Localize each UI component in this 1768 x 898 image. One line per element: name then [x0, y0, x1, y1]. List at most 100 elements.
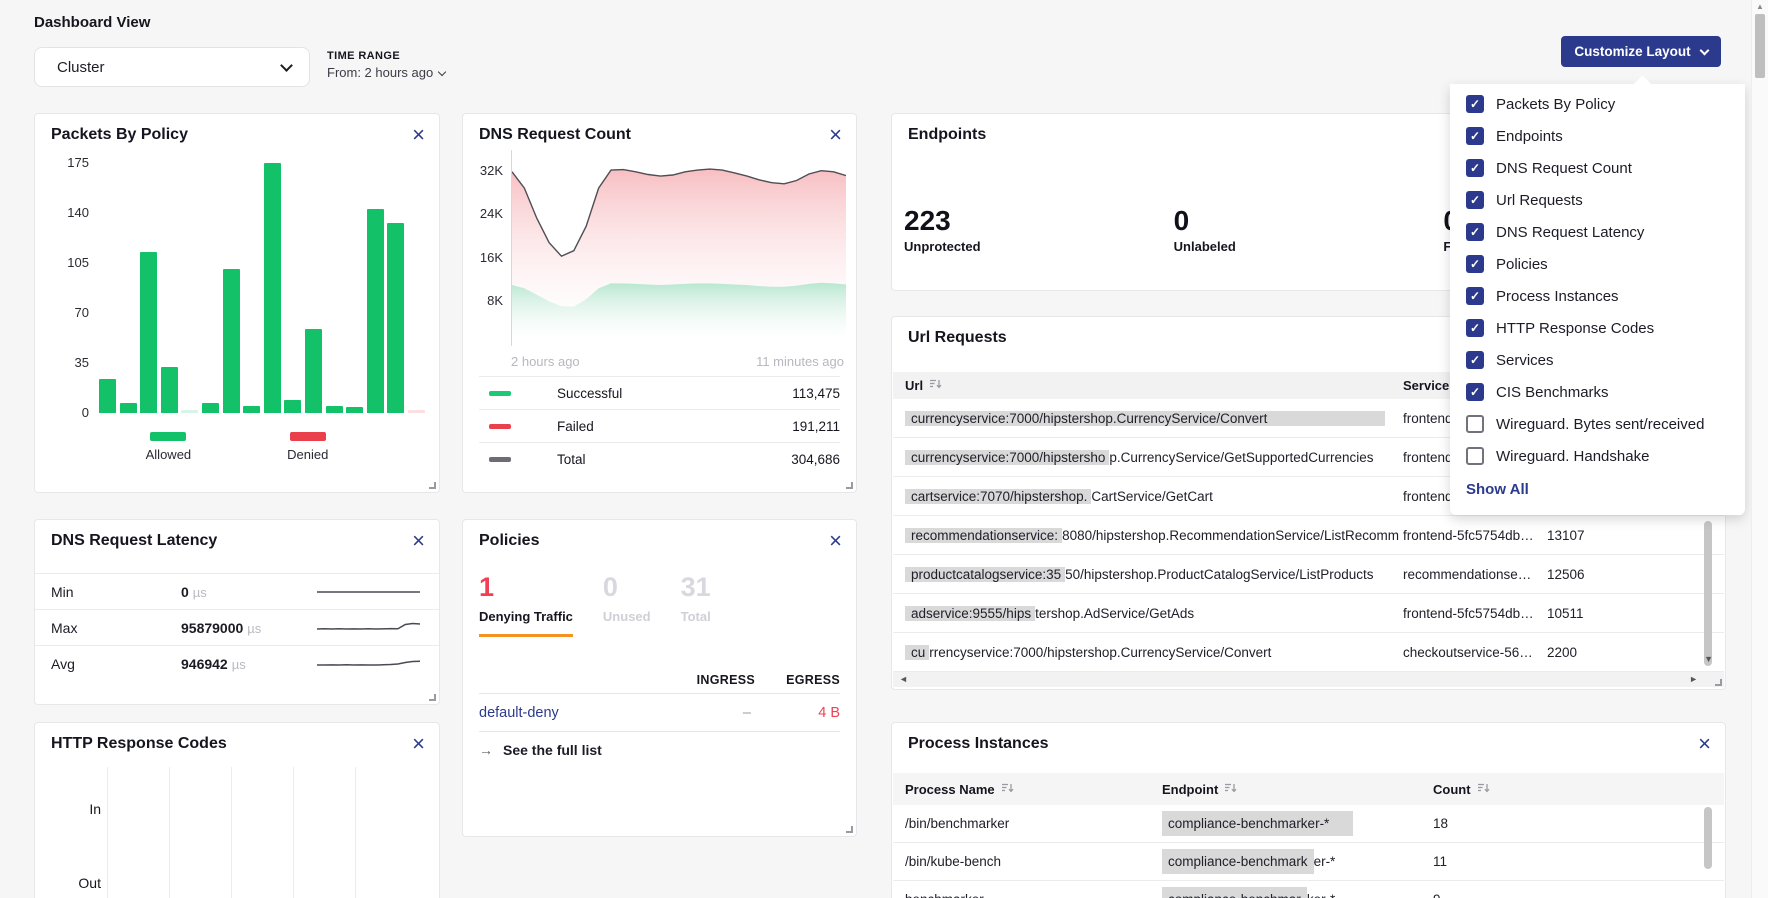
see-full-list-link[interactable]: → See the full list: [479, 742, 602, 758]
legend-value: 113,475: [792, 386, 840, 401]
sparkline: [316, 581, 421, 603]
sort-icon: [1001, 782, 1014, 794]
checkbox[interactable]: ✓: [1466, 159, 1484, 177]
scroll-arrow-up-icon[interactable]: ▲: [1756, 2, 1764, 11]
stat-value: 31: [681, 572, 711, 603]
resize-handle-icon[interactable]: [1715, 679, 1722, 686]
latency-unit: µs: [247, 621, 261, 636]
bar: [326, 406, 343, 413]
menu-item-label: Policies: [1496, 256, 1548, 273]
checkbox[interactable]: ✓: [1466, 191, 1484, 209]
column-header-endpoint[interactable]: Endpoint: [1162, 782, 1433, 797]
y-tick-label: 175: [53, 155, 89, 170]
endpoint-highlight: compliance-benchmarker-*: [1162, 811, 1353, 836]
resize-handle-icon[interactable]: [429, 482, 436, 489]
policies-table-header: INGRESS EGRESS: [479, 666, 840, 694]
close-icon[interactable]: ×: [412, 731, 425, 757]
card-title: HTTP Response Codes: [51, 735, 227, 753]
checkbox[interactable]: ✓: [1466, 351, 1484, 369]
close-icon[interactable]: ×: [412, 122, 425, 148]
scroll-arrow-left-icon[interactable]: ◄: [899, 675, 908, 684]
x-label-start: 2 hours ago: [511, 354, 580, 369]
checkbox[interactable]: ✓: [1466, 95, 1484, 113]
resize-handle-icon[interactable]: [846, 482, 853, 489]
policy-stat-denying-traffic[interactable]: 1Denying Traffic: [479, 572, 573, 637]
scroll-thumb[interactable]: [1704, 807, 1712, 869]
policy-stat-total[interactable]: 31Total: [681, 572, 711, 637]
latency-label: Max: [51, 620, 111, 636]
policy-name-link[interactable]: default-deny: [479, 705, 655, 721]
checkbox[interactable]: ✓: [1466, 255, 1484, 273]
column-header-url[interactable]: Url: [893, 378, 1403, 393]
legend-label: Allowed: [146, 447, 192, 462]
checkbox[interactable]: ✓: [1466, 127, 1484, 145]
close-icon[interactable]: ×: [412, 528, 425, 554]
menu-item-packets-by-policy[interactable]: ✓Packets By Policy: [1450, 88, 1745, 120]
y-tick-label: 32K: [463, 163, 503, 178]
endpoint-rest: ker-*: [1307, 892, 1336, 898]
bar-chart-legend: AllowedDenied: [35, 432, 439, 462]
scroll-thumb[interactable]: [1704, 521, 1712, 666]
menu-item-dns-request-latency[interactable]: ✓DNS Request Latency: [1450, 216, 1745, 248]
show-all-link[interactable]: Show All: [1466, 481, 1529, 498]
resize-handle-icon[interactable]: [846, 826, 853, 833]
area-chart: [511, 150, 846, 346]
card-title: Packets By Policy: [51, 126, 188, 144]
close-icon[interactable]: ×: [1698, 731, 1711, 757]
endpoint-cell: compliance-benchmarker-*: [1162, 816, 1433, 831]
dashboard-app: Dashboard View Cluster TIME RANGE From: …: [0, 0, 1768, 898]
menu-item-wireguard-bytes-sent-received[interactable]: Wireguard. Bytes sent/received: [1450, 408, 1745, 440]
menu-item-policies[interactable]: ✓ Policies: [1450, 248, 1745, 280]
process-table-rows: /bin/benchmarkercompliance-benchmarker-*…: [893, 805, 1724, 898]
latency-label: Min: [51, 584, 111, 600]
row-label-in: In: [73, 801, 101, 817]
scroll-arrow-right-icon[interactable]: ►: [1689, 675, 1698, 684]
card-process-instances: Process Instances × Process Name Endpoin…: [891, 722, 1726, 898]
view-select[interactable]: Cluster: [34, 47, 310, 87]
page-scrollbar[interactable]: ▲: [1751, 0, 1768, 898]
card-http-response-codes: HTTP Response Codes × In Out: [34, 722, 440, 898]
checkbox[interactable]: ✓: [1466, 287, 1484, 305]
sparkline: [316, 617, 421, 639]
area-chart-svg: [512, 150, 846, 346]
checkbox[interactable]: ✓: [1466, 383, 1484, 401]
column-header-process-name[interactable]: Process Name: [893, 782, 1162, 797]
menu-item-process-instances[interactable]: ✓Process Instances: [1450, 280, 1745, 312]
checkbox[interactable]: [1466, 447, 1484, 465]
policy-stat-unused[interactable]: 0Unused: [603, 572, 651, 637]
y-tick-label: 8K: [463, 293, 503, 308]
checkbox[interactable]: ✓: [1466, 319, 1484, 337]
close-icon[interactable]: ×: [829, 122, 842, 148]
h-scrollbar[interactable]: ◄ ►: [893, 672, 1724, 687]
card-title: Url Requests: [908, 329, 1007, 347]
menu-item-url-requests[interactable]: ✓Url Requests: [1450, 184, 1745, 216]
menu-item-wireguard-handshake[interactable]: Wireguard. Handshake: [1450, 440, 1745, 472]
bar: [161, 367, 178, 413]
process-table-header: Process Name Endpoint Count: [893, 773, 1724, 805]
count-cell: 18: [1433, 816, 1724, 831]
chevron-down-icon: [280, 59, 293, 72]
customize-layout-button[interactable]: Customize Layout: [1561, 36, 1721, 67]
checkbox[interactable]: ✓: [1466, 223, 1484, 241]
menu-item-dns-request-count[interactable]: ✓DNS Request Count: [1450, 152, 1745, 184]
time-range-value[interactable]: From: 2 hours ago: [327, 65, 445, 80]
y-tick-label: 105: [53, 255, 89, 270]
menu-item-endpoints[interactable]: ✓Endpoints: [1450, 120, 1745, 152]
v-scrollbar[interactable]: [1704, 807, 1712, 898]
column-header-count[interactable]: Count: [1433, 782, 1724, 797]
chevron-down-icon: [1699, 45, 1709, 55]
scroll-thumb[interactable]: [1755, 14, 1765, 78]
resize-handle-icon[interactable]: [429, 694, 436, 701]
menu-item-http-response-codes[interactable]: ✓HTTP Response Codes: [1450, 312, 1745, 344]
bar: [264, 163, 281, 413]
url-cell: currencyservice:7000/hipstershop.Currenc…: [893, 645, 1403, 660]
heatmap-grid: [107, 767, 417, 898]
table-row: recommendationservice:8080/hipstershop.R…: [893, 516, 1724, 555]
stat-label: Unprotected: [904, 239, 1174, 254]
menu-item-services[interactable]: ✓Services: [1450, 344, 1745, 376]
scroll-arrow-down-icon[interactable]: ▼: [1704, 655, 1713, 664]
close-icon[interactable]: ×: [829, 528, 842, 554]
column-header-egress: EGRESS: [755, 673, 840, 687]
menu-item-cis-benchmarks[interactable]: ✓CIS Benchmarks: [1450, 376, 1745, 408]
checkbox[interactable]: [1466, 415, 1484, 433]
